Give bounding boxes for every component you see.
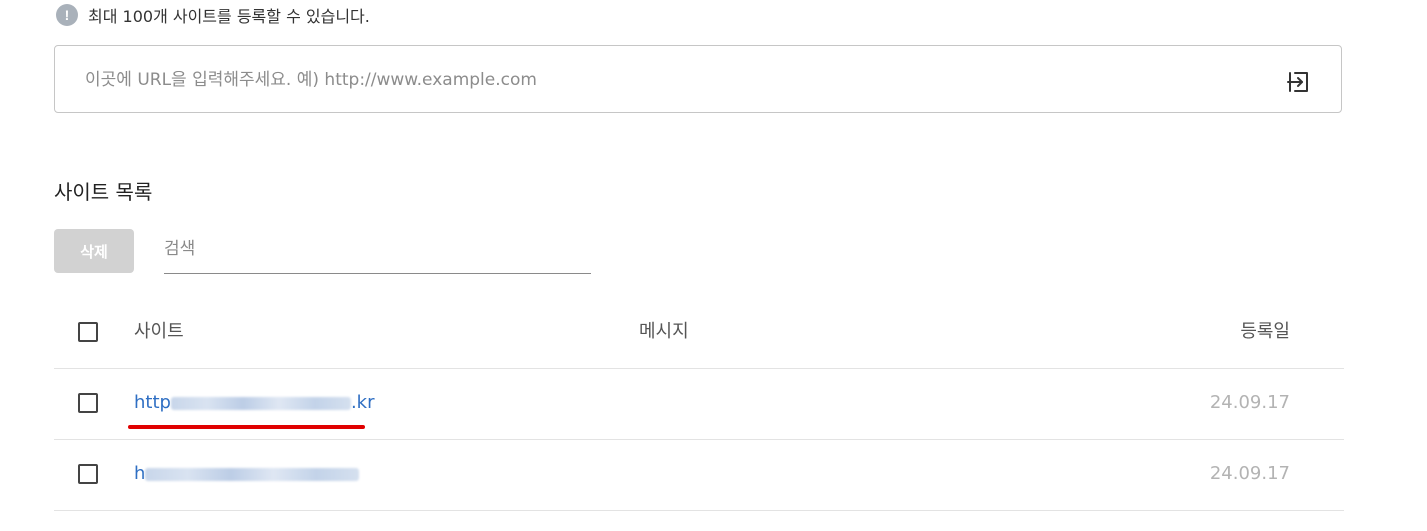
- site-link[interactable]: h: [134, 462, 360, 486]
- search-field: [164, 229, 591, 274]
- site-url-suffix: .kr: [350, 392, 375, 413]
- redacted-url: [170, 396, 351, 410]
- row-checkbox[interactable]: [78, 393, 98, 413]
- column-header-date: 등록일: [1240, 321, 1290, 342]
- site-list-title: 사이트 목록: [54, 180, 153, 204]
- table-row: h 24.09.17: [54, 440, 1344, 511]
- column-header-site: 사이트: [134, 321, 184, 342]
- row-date: 24.09.17: [1209, 392, 1290, 413]
- annotation-underline: [128, 425, 365, 429]
- enter-icon[interactable]: [1285, 69, 1311, 95]
- redacted-url: [145, 467, 360, 481]
- site-url-prefix: h: [134, 463, 146, 484]
- column-header-message: 메시지: [639, 321, 689, 342]
- site-url-prefix: http: [134, 392, 171, 413]
- url-input[interactable]: [83, 46, 1267, 114]
- table-header: 사이트 메시지 등록일: [54, 298, 1344, 369]
- table-row: http .kr 24.09.17: [54, 369, 1344, 440]
- notice-text: 최대 100개 사이트를 등록할 수 있습니다.: [88, 7, 370, 26]
- site-table: 사이트 메시지 등록일 http .kr 24.09.17 h 24.09.17: [54, 298, 1344, 511]
- delete-button[interactable]: 삭제: [54, 229, 134, 273]
- url-input-box: [54, 45, 1342, 114]
- row-date: 24.09.17: [1209, 463, 1290, 484]
- site-link[interactable]: http .kr: [134, 391, 375, 415]
- row-checkbox[interactable]: [78, 464, 98, 484]
- notice: ! 최대 100개 사이트를 등록할 수 있습니다.: [56, 3, 370, 27]
- info-icon: !: [56, 4, 78, 26]
- select-all-checkbox[interactable]: [78, 322, 98, 342]
- search-input[interactable]: [164, 229, 591, 269]
